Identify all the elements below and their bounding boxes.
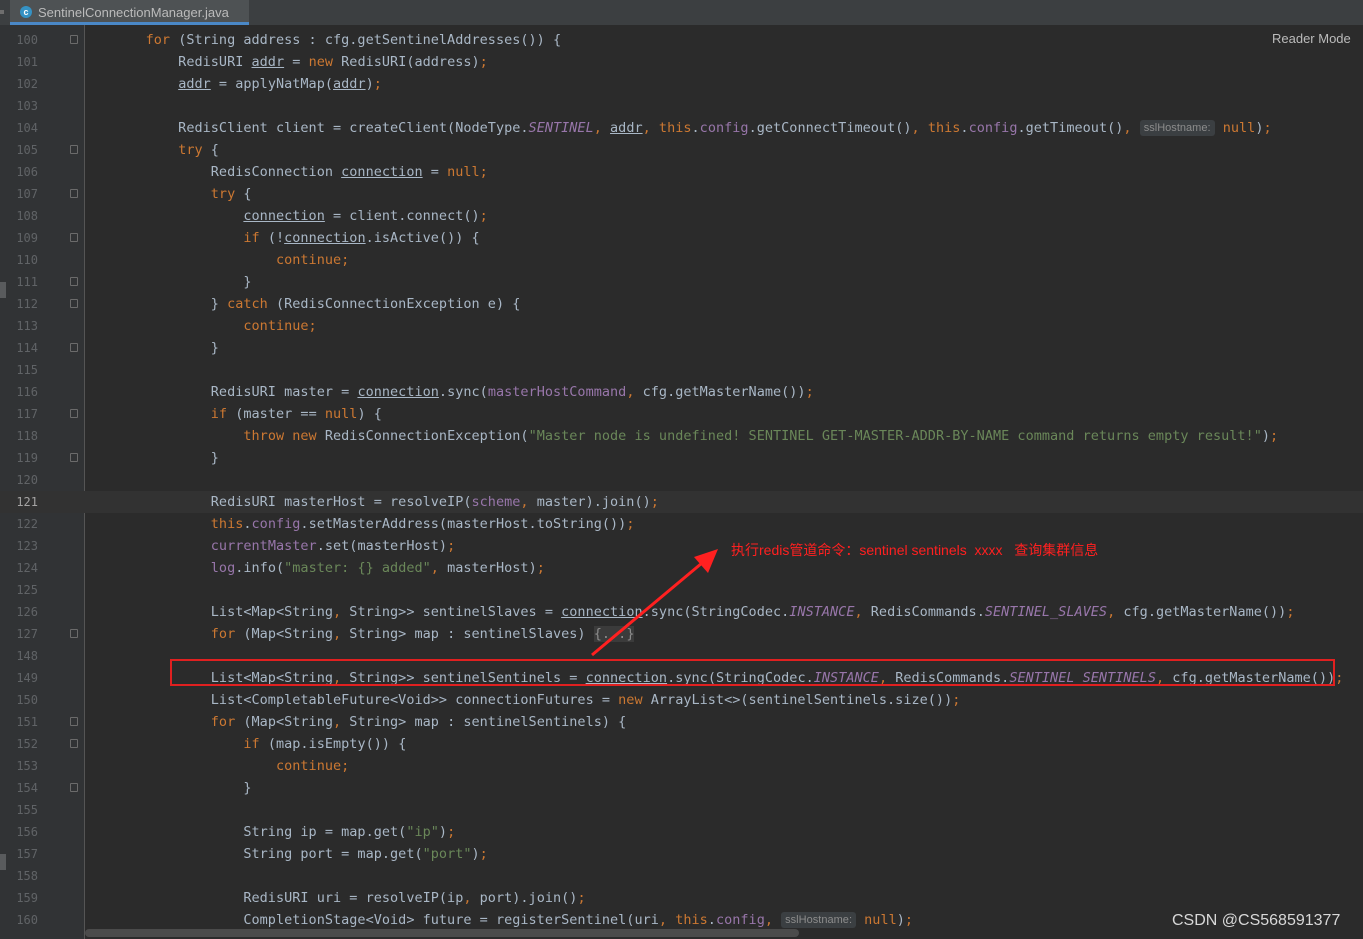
annotation-text: 执行redis管道命令：sentinel sentinels xxxx 查询集群…: [731, 542, 1099, 558]
horizontal-scrollbar[interactable]: [85, 929, 799, 937]
gutter-marker: [0, 854, 6, 870]
gutter-marker: [0, 282, 6, 298]
watermark: CSDN @CS568591377: [1172, 912, 1341, 929]
annotation-arrow: [591, 549, 718, 657]
